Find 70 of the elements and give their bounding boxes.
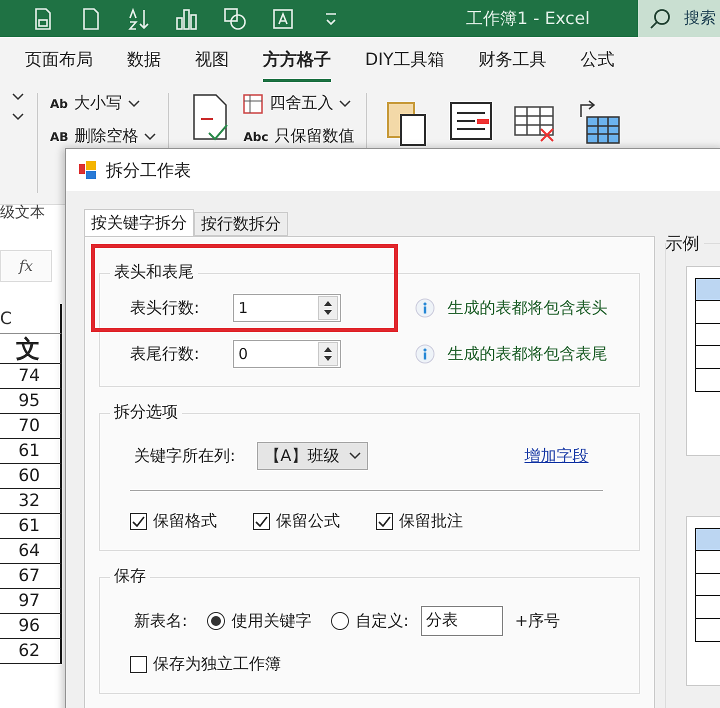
table-cell: 60 [0,464,62,489]
chevron-down-icon [339,100,352,108]
hint-text: 生成的表都将包含表头 [447,298,608,318]
table-cell: 文 [0,334,62,364]
hint-text: 生成的表都将包含表尾 [447,344,608,364]
radio-button[interactable] [331,612,350,630]
field-label: 表尾行数: [130,344,200,364]
ribbon-tab[interactable]: 数据 [127,40,161,82]
dropdown[interactable]: 【A】班级 [257,442,368,470]
spin-arrows-icon[interactable] [323,345,334,363]
document-check-icon[interactable] [191,93,230,141]
chevron-down-icon [144,132,156,140]
ribbon-tab[interactable]: 页面布局 [25,40,93,82]
shapes-icon[interactable] [222,6,248,32]
table-cell: 61 [0,439,62,464]
tab[interactable]: 按关键字拆分 [84,209,194,236]
checkbox[interactable]: 保留批注 [376,511,463,532]
spin-arrows-icon[interactable] [323,299,334,317]
table-cell: 64 [0,539,62,564]
field-label: 关键字所在列: [134,446,236,466]
ribbon-tab[interactable]: 方方格子 [263,40,331,82]
radio-label[interactable]: 自定义: [355,610,409,632]
chevron-down-icon [128,100,140,108]
chevron-down-icon [12,113,24,121]
table-cell: 61 [0,514,62,539]
table-cell: 74 [0,364,62,389]
ribbon-button[interactable]: AB 删除空格 [50,126,156,147]
ribbon-button[interactable]: 四舍五入 [243,93,354,114]
group-label: 级文本 [0,203,45,222]
search-icon [648,6,672,30]
check-icon [255,516,268,527]
field-label: 新表名: [134,610,188,632]
chevron-down-icon [349,452,362,460]
ribbon-tab[interactable]: DIY工具箱 [365,40,444,82]
ribbon-tab[interactable]: 财务工具 [478,40,546,82]
ribbon-tab[interactable]: 视图 [195,40,229,82]
checkbox[interactable]: 保留格式 [130,511,217,532]
suffix-label: +序号 [514,610,560,632]
field-label: 表头行数: [130,298,200,318]
radio-label[interactable]: 使用关键字 [231,610,312,632]
chevron-down-icon [12,93,24,101]
table-cell: 70 [0,414,62,439]
checkbox[interactable]: 保留公式 [253,511,340,532]
app-icon [78,160,98,180]
check-icon [378,516,391,527]
info-icon [415,298,436,318]
dialog-title: 拆分工作表 [106,160,191,182]
table-cell: 67 [0,564,62,589]
table-cell: 95 [0,389,62,414]
check-icon [132,516,145,527]
name-field[interactable]: 分表 [420,606,503,636]
checkbox[interactable]: 保存为独立工作簿 [130,654,281,675]
search-field[interactable]: 搜索 [638,0,720,37]
number-field[interactable]: 1 [233,294,342,322]
table-cell: 62 [0,639,62,664]
number-field[interactable]: 0 [233,340,342,368]
ribbon-button[interactable]: Ab 大小写 [50,93,156,114]
ribbon-button[interactable]: Abc 只保留数值 [243,126,354,147]
ribbon-tab[interactable]: 公式 [580,40,614,82]
table-icon [243,94,264,114]
table-cell: 32 [0,489,62,514]
add-field-link[interactable]: 增加字段 [524,446,588,466]
column-header[interactable]: C [0,304,62,334]
function-button[interactable]: fx [0,250,52,282]
window-title: 工作簿1 - Excel [466,8,590,30]
radio-button[interactable] [207,612,226,630]
table-cell: 97 [0,589,62,614]
table-cell: 96 [0,614,62,639]
tab[interactable]: 按行数拆分 [194,212,288,236]
info-icon [415,344,436,364]
